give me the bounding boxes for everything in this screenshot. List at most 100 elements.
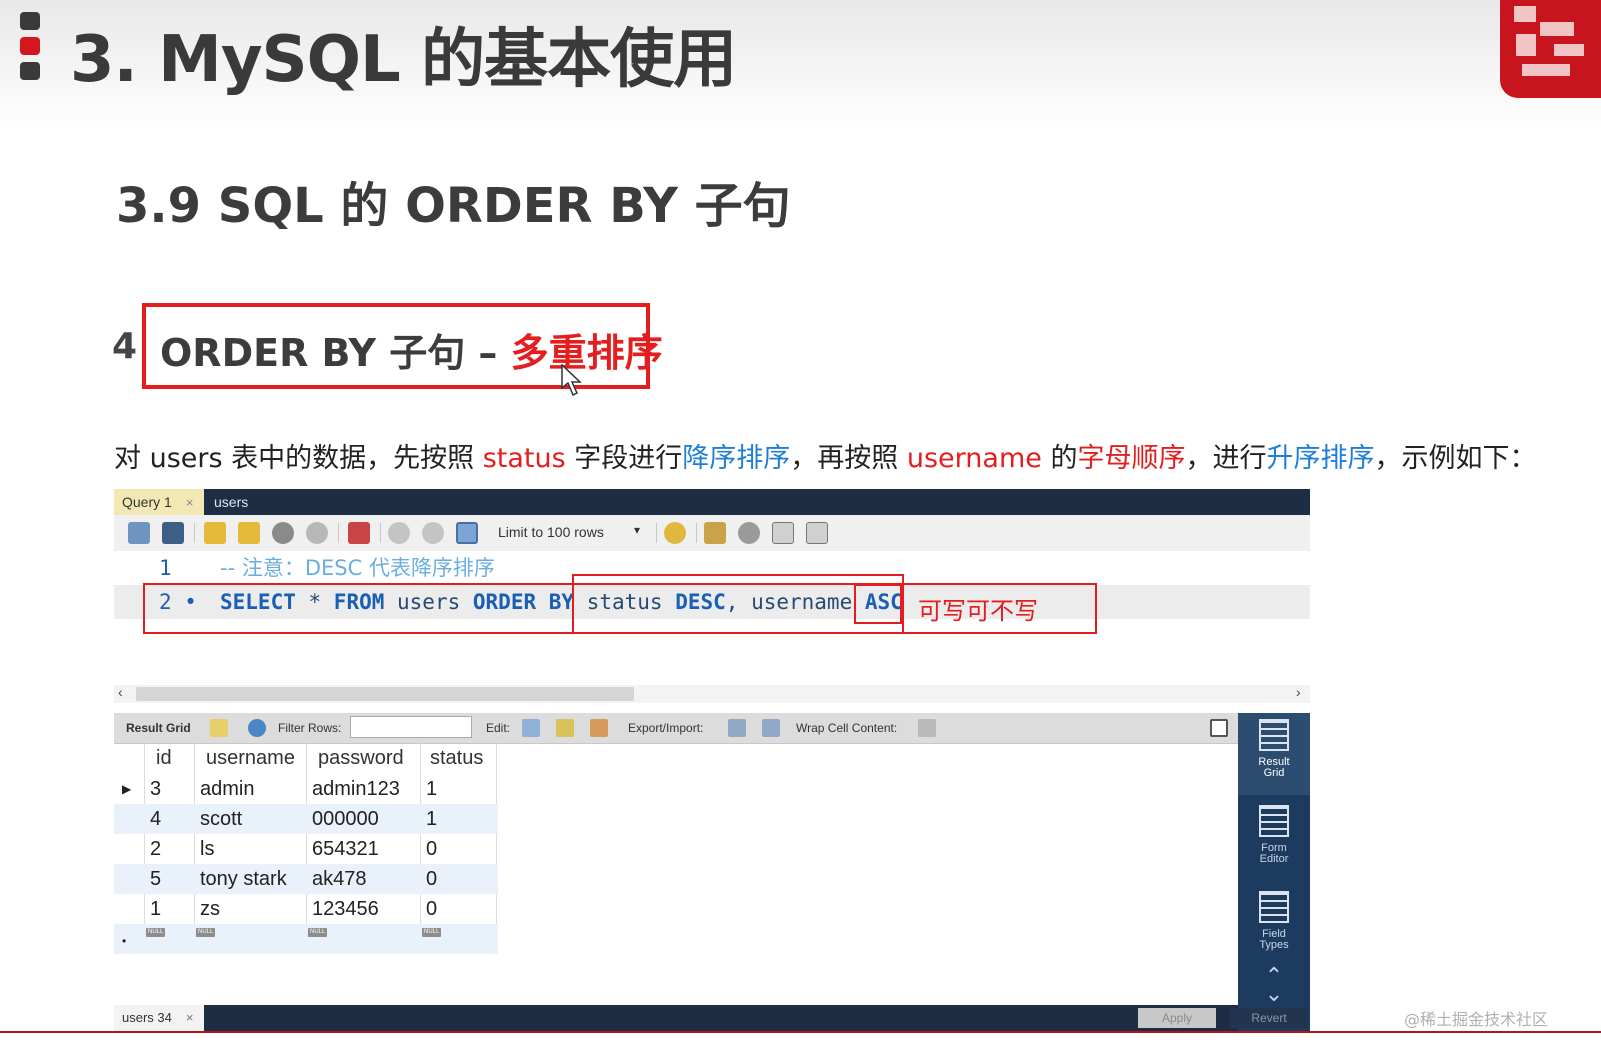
chevron-up-down-icon[interactable]: ⌃ ⌄	[1238, 965, 1310, 1007]
beautify-icon[interactable]	[704, 522, 726, 544]
import-icon[interactable]	[762, 719, 780, 737]
limit-rows-select[interactable]: Limit to 100 rows	[498, 524, 604, 540]
result-grid-view-button[interactable]: Result Grid	[1238, 713, 1310, 795]
current-row-icon: ▶	[122, 782, 132, 796]
chevron-right-icon[interactable]: ›	[1296, 684, 1301, 700]
explain-icon[interactable]	[272, 522, 294, 544]
grid-cell[interactable]: ls	[200, 834, 214, 864]
corner-logo-icon	[1500, 0, 1601, 98]
wrap-cell-label: Wrap Cell Content:	[796, 721, 898, 735]
chevron-left-icon[interactable]: ‹	[118, 684, 123, 700]
invisible-chars-icon[interactable]	[772, 522, 794, 544]
close-icon[interactable]: ×	[186, 1010, 194, 1025]
desc-asc-sort: 升序排序	[1266, 443, 1375, 474]
grid-cell[interactable]: zs	[200, 894, 220, 924]
close-icon[interactable]: ×	[186, 495, 194, 510]
filter-rows-label: Filter Rows:	[278, 721, 342, 735]
side-panel-label: Field Types	[1259, 928, 1289, 951]
grid-cell[interactable]: 0	[426, 834, 437, 864]
result-side-panel: Result Grid Form Editor Field Types ⌃ ⌄	[1238, 713, 1310, 1031]
delete-row-icon[interactable]	[590, 719, 608, 737]
save-icon[interactable]	[162, 522, 184, 544]
grid-cell[interactable]: 5	[150, 864, 161, 894]
commit-icon[interactable]	[388, 522, 410, 544]
tab-users[interactable]: users	[206, 489, 256, 515]
revert-button[interactable]: Revert	[1230, 1008, 1308, 1028]
tab-label: users 34	[122, 1010, 172, 1025]
field-types-view-button[interactable]: Field Types	[1238, 885, 1310, 967]
sql-comment: -- 注意：DESC 代表降序排序	[220, 556, 495, 580]
grid-cell[interactable]: 000000	[312, 804, 379, 834]
open-folder-icon[interactable]	[128, 522, 150, 544]
grid-cell[interactable]: scott	[200, 804, 242, 834]
desc-username: username	[906, 443, 1042, 474]
wrap-cell-icon[interactable]	[918, 719, 936, 737]
table-row[interactable]: 5 tony stark ak478 0	[114, 864, 498, 894]
section-title-text: ORDER BY 子句 –	[160, 331, 511, 375]
grid-cell[interactable]: admin	[200, 774, 254, 804]
grid-cell[interactable]: 1	[150, 894, 161, 924]
desc-status: status	[482, 443, 566, 474]
result-grid-label: Result Grid	[126, 721, 191, 735]
desc-part: 的	[1041, 443, 1078, 474]
autocommit-icon[interactable]	[456, 522, 478, 544]
grid-cell[interactable]: 1	[426, 774, 437, 804]
grid-cell[interactable]: 3	[150, 774, 161, 804]
column-header[interactable]: password	[318, 743, 404, 773]
table-row[interactable]: 2 ls 654321 0	[114, 834, 498, 864]
export-icon[interactable]	[728, 719, 746, 737]
slide-bottom-border	[0, 1031, 1601, 1033]
desc-part: 对 users 表中的数据，先按照	[114, 443, 483, 474]
side-panel-label: Result Grid	[1258, 756, 1290, 779]
form-editor-view-button[interactable]: Form Editor	[1238, 799, 1310, 881]
bookmark-star-icon[interactable]	[664, 522, 686, 544]
grid-cell[interactable]: 1	[426, 804, 437, 834]
editor-scrollbar[interactable]: ‹ ›	[114, 684, 1310, 703]
toggle-panel-icon[interactable]	[1210, 719, 1228, 737]
wrap-icon[interactable]	[806, 522, 828, 544]
desc-part: ，进行	[1185, 443, 1267, 474]
execute-icon[interactable]	[204, 522, 226, 544]
grid-cell[interactable]: 2	[150, 834, 161, 864]
sql-toolbar: Limit to 100 rows ▾	[114, 515, 1310, 552]
scrollbar-thumb[interactable]	[136, 687, 634, 701]
add-row-icon[interactable]	[556, 719, 574, 737]
annotation-note: 可写可不写	[918, 597, 1038, 625]
tab-query-1[interactable]: Query 1 ×	[114, 489, 204, 515]
column-header[interactable]: username	[206, 743, 295, 773]
new-row[interactable]: • NULL NULL NULL NULL	[114, 924, 498, 954]
grid-cell[interactable]: admin123	[312, 774, 400, 804]
stop-icon[interactable]	[306, 522, 328, 544]
filter-rows-input[interactable]	[350, 716, 472, 738]
grid-icon[interactable]	[210, 719, 228, 737]
chevron-down-icon[interactable]: ▾	[634, 523, 640, 537]
rollback-icon[interactable]	[422, 522, 444, 544]
grid-cell[interactable]: 0	[426, 864, 437, 894]
desc-alpha-order: 字母顺序	[1077, 443, 1186, 474]
execute-current-icon[interactable]	[238, 522, 260, 544]
desc-part: ，再按照	[790, 443, 907, 474]
refresh-icon[interactable]	[248, 719, 266, 737]
table-row[interactable]: 4 scott 000000 1	[114, 804, 498, 834]
grid-cell[interactable]: 123456	[312, 894, 379, 924]
section-title: ORDER BY 子句 – 多重排序	[160, 322, 663, 377]
null-badge: NULL	[146, 928, 166, 937]
apply-button[interactable]: Apply	[1138, 1008, 1216, 1028]
grid-cell[interactable]: 4	[150, 804, 161, 834]
grid-cell[interactable]: ak478	[312, 864, 367, 894]
search-icon[interactable]	[738, 522, 760, 544]
section-title-highlight: 多重排序	[510, 331, 663, 375]
tab-result-users[interactable]: users 34 ×	[114, 1005, 204, 1031]
column-header[interactable]: id	[156, 743, 172, 773]
grid-cell[interactable]: 654321	[312, 834, 379, 864]
table-row[interactable]: ▶ 3 admin admin123 1	[114, 774, 498, 804]
table-row[interactable]: 1 zs 123456 0	[114, 894, 498, 924]
result-tab-bar: users 34 × Apply	[114, 1005, 1238, 1031]
edit-cell-icon[interactable]	[522, 719, 540, 737]
workbench-window: Query 1 × users Limit to 100 rows ▾ 1 -- …	[114, 489, 1310, 1031]
grid-cell[interactable]: tony stark	[200, 864, 287, 894]
result-grid-icon	[1259, 719, 1289, 751]
grid-cell[interactable]: 0	[426, 894, 437, 924]
column-header[interactable]: status	[430, 743, 483, 773]
toggle-icon[interactable]	[348, 522, 370, 544]
